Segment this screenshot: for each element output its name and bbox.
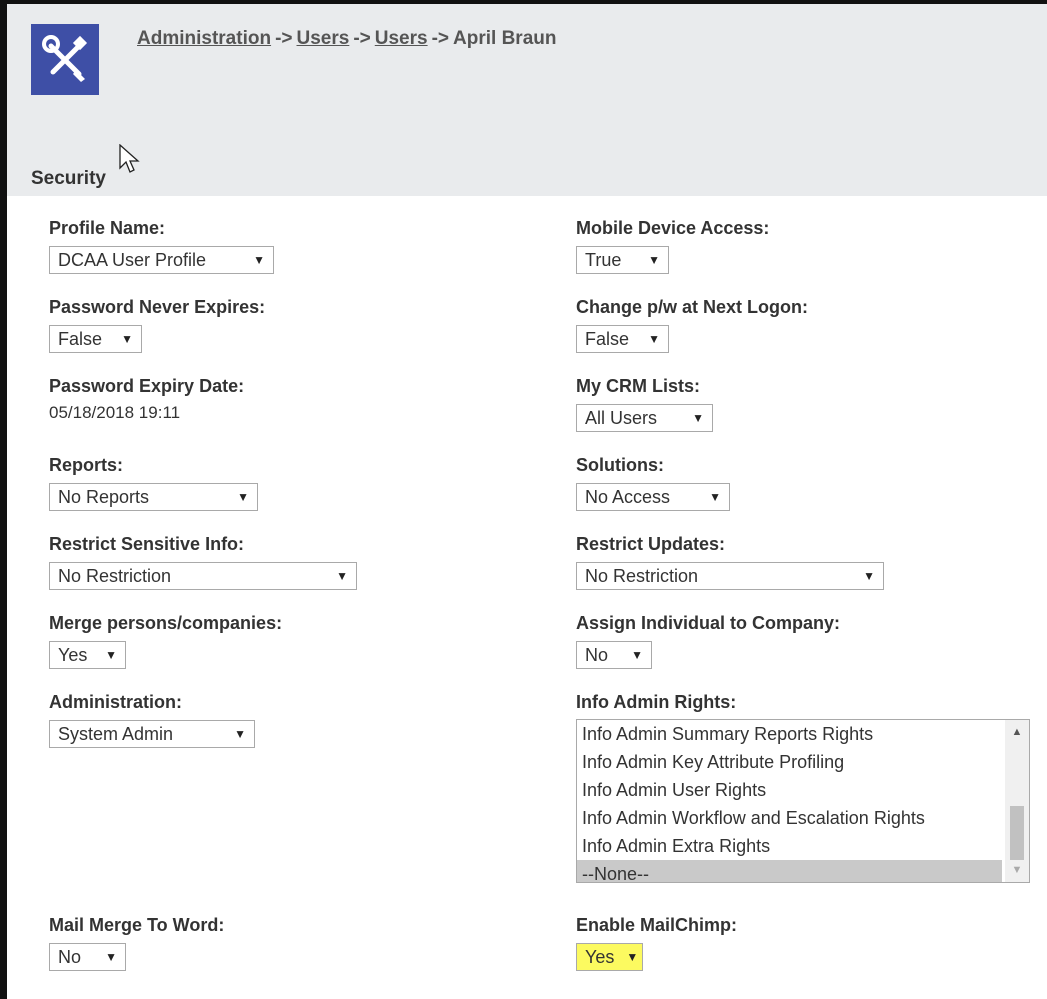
assign-individual-value: No (585, 644, 609, 665)
scrollbar-thumb[interactable] (1010, 806, 1024, 860)
password-never-expires-field: Password Never Expires: False ▼ (49, 297, 265, 353)
change-pw-value: False (585, 328, 630, 349)
crm-lists-select[interactable]: All Users ▼ (576, 404, 713, 432)
administration-select[interactable]: System Admin ▼ (49, 720, 255, 748)
mobile-access-value: True (585, 249, 622, 270)
assign-individual-label: Assign Individual to Company: (576, 613, 841, 633)
reports-select[interactable]: No Reports ▼ (49, 483, 258, 511)
solutions-field: Solutions: No Access ▼ (576, 455, 730, 511)
restrict-updates-value: No Restriction (585, 565, 699, 586)
password-never-expires-value: False (58, 328, 103, 349)
mouse-pointer-icon (119, 143, 141, 179)
reports-label: Reports: (49, 455, 124, 475)
breadcrumb: Administration -> Users -> Users -> April Brau… (137, 28, 556, 50)
mobile-access-label: Mobile Device Access: (576, 218, 770, 238)
listbox-scrollbar[interactable]: ▲ ▼ (1005, 720, 1029, 882)
crm-lists-value: All Users (585, 407, 658, 428)
scroll-down-arrow-icon[interactable]: ▼ (1005, 858, 1029, 882)
password-expiry-date-label: Password Expiry Date: (49, 376, 245, 396)
mobile-access-field: Mobile Device Access: True ▼ (576, 218, 769, 274)
merge-persons-select[interactable]: Yes ▼ (49, 641, 126, 669)
page-header: Administration -> Users -> Users -> April Brau… (7, 4, 1047, 196)
password-never-expires-select[interactable]: False ▼ (49, 325, 142, 353)
info-admin-rights-label: Info Admin Rights: (576, 692, 737, 712)
breadcrumb-users-list-link[interactable]: Users (375, 28, 428, 49)
change-pw-field: Change p/w at Next Logon: False ▼ (576, 297, 808, 353)
restrict-sensitive-info-value: No Restriction (58, 565, 172, 586)
restrict-updates-label: Restrict Updates: (576, 534, 726, 554)
password-expiry-date-value: 05/18/2018 19:11 (49, 403, 181, 422)
mail-merge-label: Mail Merge To Word: (49, 915, 225, 935)
administration-value: System Admin (58, 723, 174, 744)
profile-name-field: Profile Name: DCAA User Profile ▼ (49, 218, 274, 274)
merge-persons-value: Yes (58, 644, 88, 665)
assign-individual-select[interactable]: No ▼ (576, 641, 652, 669)
breadcrumb-separator: -> (353, 28, 371, 49)
dropdown-arrow-icon: ▼ (692, 411, 704, 425)
dropdown-arrow-icon: ▼ (105, 648, 117, 662)
solutions-select[interactable]: No Access ▼ (576, 483, 730, 511)
dropdown-arrow-icon: ▼ (105, 950, 117, 964)
merge-persons-label: Merge persons/companies: (49, 613, 283, 633)
breadcrumb-users-link[interactable]: Users (297, 28, 350, 49)
dropdown-arrow-icon: ▼ (121, 332, 133, 346)
dropdown-arrow-icon: ▼ (253, 253, 265, 267)
administration-label: Administration: (49, 692, 182, 712)
enable-mailchimp-select[interactable]: Yes ▼ (576, 943, 643, 971)
section-title: Security (31, 168, 106, 189)
tools-icon (31, 24, 99, 95)
administration-field: Administration: System Admin ▼ (49, 692, 255, 748)
enable-mailchimp-field: Enable MailChimp: Yes ▼ (576, 915, 737, 971)
breadcrumb-administration-link[interactable]: Administration (137, 28, 271, 49)
mail-merge-field: Mail Merge To Word: No ▼ (49, 915, 224, 971)
profile-name-value: DCAA User Profile (58, 249, 207, 270)
security-panel: Profile Name: DCAA User Profile ▼ Passwo… (26, 196, 1047, 999)
change-pw-label: Change p/w at Next Logon: (576, 297, 808, 317)
info-admin-rights-listbox[interactable]: Info Admin Summary Reports Rights Info A… (576, 719, 1030, 883)
mail-merge-value: No (58, 946, 82, 967)
restrict-sensitive-info-select[interactable]: No Restriction ▼ (49, 562, 357, 590)
breadcrumb-separator: -> (431, 28, 450, 49)
breadcrumb-current: April Braun (453, 28, 557, 49)
dropdown-arrow-icon: ▼ (237, 490, 249, 504)
enable-mailchimp-label: Enable MailChimp: (576, 915, 738, 935)
enable-mailchimp-value: Yes (585, 946, 615, 967)
password-expiry-date-field: Password Expiry Date: 05/18/2018 19:11 (49, 376, 244, 423)
solutions-value: No Access (585, 486, 671, 507)
listbox-option-selected[interactable]: --None-- (577, 860, 1002, 882)
listbox-option[interactable]: Info Admin User Rights (577, 776, 1002, 804)
profile-name-label: Profile Name: (49, 218, 166, 238)
dropdown-arrow-icon: ▼ (336, 569, 348, 583)
reports-field: Reports: No Reports ▼ (49, 455, 258, 511)
mail-merge-select[interactable]: No ▼ (49, 943, 126, 971)
dropdown-arrow-icon: ▼ (709, 490, 721, 504)
crm-lists-label: My CRM Lists: (576, 376, 701, 396)
solutions-label: Solutions: (576, 455, 664, 475)
assign-individual-field: Assign Individual to Company: No ▼ (576, 613, 840, 669)
merge-persons-field: Merge persons/companies: Yes ▼ (49, 613, 282, 669)
mobile-access-select[interactable]: True ▼ (576, 246, 669, 274)
dropdown-arrow-icon: ▼ (631, 648, 643, 662)
breadcrumb-separator: -> (275, 28, 293, 49)
dropdown-arrow-icon: ▼ (648, 253, 660, 267)
password-never-expires-label: Password Never Expires: (49, 297, 266, 317)
reports-value: No Reports (58, 486, 150, 507)
profile-name-select[interactable]: DCAA User Profile ▼ (49, 246, 274, 274)
dropdown-arrow-icon: ▼ (626, 950, 639, 964)
listbox-option[interactable]: Info Admin Key Attribute Profiling (577, 748, 1002, 776)
scroll-up-arrow-icon[interactable]: ▲ (1005, 720, 1029, 744)
dropdown-arrow-icon: ▼ (234, 727, 246, 741)
dropdown-arrow-icon: ▼ (648, 332, 660, 346)
crm-lists-field: My CRM Lists: All Users ▼ (576, 376, 713, 432)
listbox-option[interactable]: Info Admin Workflow and Escalation Right… (577, 804, 1002, 832)
dropdown-arrow-icon: ▼ (863, 569, 875, 583)
restrict-sensitive-info-field: Restrict Sensitive Info: No Restriction … (49, 534, 357, 590)
restrict-updates-select[interactable]: No Restriction ▼ (576, 562, 884, 590)
restrict-sensitive-info-label: Restrict Sensitive Info: (49, 534, 245, 554)
info-admin-rights-field: Info Admin Rights: Info Admin Summary Re… (576, 692, 1030, 883)
listbox-option[interactable]: Info Admin Extra Rights (577, 832, 1002, 860)
change-pw-select[interactable]: False ▼ (576, 325, 669, 353)
listbox-option[interactable]: Info Admin Summary Reports Rights (577, 720, 1002, 748)
restrict-updates-field: Restrict Updates: No Restriction ▼ (576, 534, 884, 590)
